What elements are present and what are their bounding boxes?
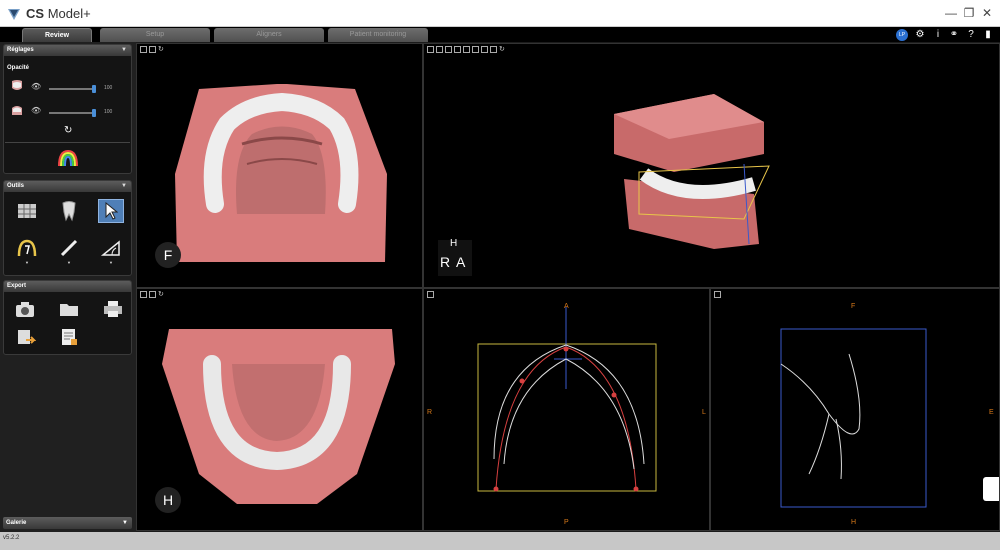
export-file-icon[interactable]	[12, 325, 38, 349]
select-pointer-tool-icon[interactable]	[98, 199, 124, 223]
collapse-icon[interactable]: ▼	[122, 517, 128, 529]
minimize-icon[interactable]: —	[944, 6, 958, 20]
cube-letter-top: H	[450, 238, 458, 249]
ruler-tool-icon[interactable]: ▼	[56, 236, 82, 265]
tab-setup[interactable]: Setup	[100, 28, 210, 42]
settings-icon[interactable]: ⚙	[914, 29, 926, 41]
opacity-slider-upper[interactable]	[49, 88, 94, 90]
info-icon[interactable]: i	[932, 29, 944, 41]
lower-jaw-icon	[12, 106, 22, 115]
side-panel-toggle-icon[interactable]	[983, 477, 999, 501]
tab-patient-monitoring[interactable]: Patient monitoring	[328, 28, 428, 42]
reglages-panel: Réglages ▼ Opacité 👁 100 👁 100 ↻	[3, 44, 132, 174]
arch-measure-tool-icon[interactable]: ▼	[14, 236, 40, 265]
app-title-bold: CS	[26, 6, 45, 21]
jaw-3d-model	[614, 94, 770, 249]
status-bar: v5.2.2	[0, 532, 1000, 550]
app-logo-icon	[8, 9, 20, 20]
viewport-perspective[interactable]: ↻ H R A	[423, 43, 1000, 288]
restore-icon[interactable]: ❐	[962, 6, 976, 20]
tab-bar: Review Setup Aligners Patient monitoring	[0, 27, 1000, 42]
outils-panel: Outils ▼ ▼ ▼ ▼	[3, 180, 132, 276]
export-panel: Export	[3, 280, 132, 355]
axis-label-left: R	[427, 409, 433, 416]
arch-outline-side	[780, 328, 927, 508]
axis-label-bottom: H	[851, 519, 857, 526]
printer-icon[interactable]	[100, 297, 126, 321]
axis-label-top: A	[564, 303, 569, 310]
eye-icon[interactable]: 👁	[31, 106, 41, 115]
report-icon[interactable]	[56, 325, 82, 349]
app-title: CS Model+	[26, 6, 91, 21]
dropdown-icon[interactable]: ▼	[67, 260, 71, 265]
camera-icon[interactable]	[12, 297, 38, 321]
reglages-title: Réglages	[7, 47, 34, 53]
reglages-header[interactable]: Réglages ▼	[4, 45, 131, 56]
help-icon[interactable]: ?	[965, 29, 977, 41]
viewport-arch-side[interactable]: F E H	[710, 288, 1000, 531]
upper-jaw-icon	[12, 80, 22, 90]
folder-icon[interactable]	[56, 297, 82, 321]
tab-review[interactable]: Review	[22, 28, 92, 42]
divider	[5, 142, 130, 143]
axis-label-right: E	[989, 409, 994, 416]
cube-letter-right: A	[456, 254, 466, 270]
eye-icon[interactable]: 👁	[31, 82, 41, 91]
arch-rainbow-icon[interactable]	[56, 148, 80, 168]
export-header[interactable]: Export	[4, 281, 131, 292]
chat-icon[interactable]: ▮	[982, 29, 994, 41]
measure-grid-tool-icon[interactable]	[14, 199, 40, 223]
angle-tool-icon[interactable]: ▼	[98, 236, 124, 265]
app-title-name: Model+	[47, 6, 91, 21]
orientation-cube[interactable]: F	[155, 242, 181, 268]
opacity-slider-lower[interactable]	[49, 112, 94, 114]
axis-label-bottom: P	[564, 519, 569, 526]
cube-letter-left: R	[440, 254, 451, 270]
app-window: CS Model+ — ❐ ✕ Review Setup Aligners Pa…	[0, 0, 1000, 550]
viewport-arch-front[interactable]: A R L P	[423, 288, 710, 531]
viewport-lower-occlusal[interactable]: ↻ H	[136, 288, 423, 531]
sidebar: Réglages ▼ Opacité 👁 100 👁 100 ↻ Outils …	[0, 42, 136, 532]
galerie-header[interactable]: Galerie ▼	[3, 517, 132, 529]
opacity-slider-upper-knob[interactable]	[92, 85, 96, 93]
arch-outline-front	[477, 307, 657, 492]
axis-label-top: F	[851, 303, 856, 310]
opacity-slider-lower-knob[interactable]	[92, 109, 96, 117]
outils-title: Outils	[7, 183, 25, 189]
dropdown-icon[interactable]: ▼	[25, 260, 29, 265]
outils-header[interactable]: Outils ▼	[4, 181, 131, 192]
orientation-cube[interactable]: H R A	[438, 238, 472, 276]
title-bar: CS Model+ — ❐ ✕	[0, 0, 1000, 27]
galerie-title: Galerie	[6, 520, 27, 526]
version-label: v5.2.2	[3, 535, 20, 541]
collapse-icon[interactable]: ▼	[121, 181, 127, 192]
opacity-label: Opacité	[7, 65, 30, 71]
tooth-tool-icon[interactable]	[56, 199, 82, 223]
opacity-value-lower: 100	[104, 109, 113, 115]
collapse-icon[interactable]: ▼	[121, 45, 127, 56]
opacity-value-upper: 100	[104, 85, 113, 91]
dropdown-icon[interactable]: ▼	[109, 260, 113, 265]
close-icon[interactable]: ✕	[980, 6, 994, 20]
viewport-upper-occlusal[interactable]: ↻ F	[136, 43, 423, 288]
reset-icon[interactable]: ↻	[64, 125, 72, 136]
tab-aligners[interactable]: Aligners	[214, 28, 324, 42]
connect-icon[interactable]: ⚭	[948, 29, 960, 41]
axis-label-right: L	[702, 409, 706, 416]
export-title: Export	[7, 283, 27, 289]
orientation-cube[interactable]: H	[155, 487, 181, 513]
user-badge[interactable]: LP	[896, 29, 908, 41]
